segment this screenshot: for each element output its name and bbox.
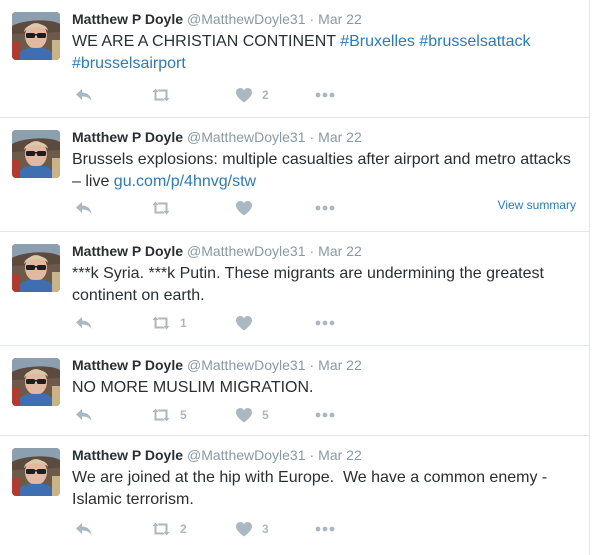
tweet-actions: 2 [72,85,372,105]
retweet-count: 1 [180,316,187,330]
reply-button[interactable] [74,85,94,105]
tweet-text: WE ARE A CHRISTIAN CONTINENT #Bruxelles … [72,31,577,75]
author-handle[interactable]: @MatthewDoyle31 [187,11,306,27]
avatar[interactable] [12,244,60,292]
retweet-count: 2 [180,522,187,536]
retweet-icon [150,519,172,539]
more-button[interactable] [314,405,336,425]
hashtag-link[interactable]: #brusselsattack [419,33,530,50]
more-icon [314,405,336,425]
heart-icon [234,405,254,425]
heart-icon [234,519,254,539]
heart-icon [234,198,254,218]
more-button[interactable] [314,85,336,105]
like-button[interactable] [234,198,262,218]
reply-button[interactable] [74,198,94,218]
tweet-text-body: WE ARE A CHRISTIAN CONTINENT [72,33,341,50]
retweet-icon [150,198,172,218]
retweet-button[interactable]: 5 [150,405,187,425]
retweet-icon [150,313,172,333]
more-icon [314,519,336,539]
author-handle[interactable]: @MatthewDoyle31 [187,243,306,259]
reply-button[interactable] [74,405,94,425]
tweet[interactable]: Matthew P Doyle @MatthewDoyle31 · Mar 22 WE… [0,0,590,118]
more-icon [314,313,336,333]
reply-icon [74,198,94,218]
avatar[interactable] [12,130,60,178]
author-name[interactable]: Matthew P Doyle [72,243,183,259]
separator: · [309,447,315,463]
tweet-header: Matthew P Doyle @MatthewDoyle31 · Mar 22 [72,243,362,259]
timestamp[interactable]: Mar 22 [318,11,362,27]
author-handle[interactable]: @MatthewDoyle31 [187,129,306,145]
tweet[interactable]: Matthew P Doyle @MatthewDoyle31 · Mar 22 Br… [0,118,590,232]
tweet[interactable]: Matthew P Doyle @MatthewDoyle31 · Mar 22 NO… [0,346,590,436]
tweet-text: ***k Syria. ***k Putin. These migrants a… [72,265,544,304]
author-handle[interactable]: @MatthewDoyle31 [187,447,306,463]
retweet-count: 5 [180,408,187,422]
reply-icon [74,405,94,425]
retweet-icon [150,85,172,105]
timestamp[interactable]: Mar 22 [318,243,362,259]
like-count: 3 [262,522,269,536]
article-link[interactable]: gu.com/p/4hnvg/stw [114,173,256,190]
hashtag-link[interactable]: #Bruxelles [340,33,415,50]
view-summary-link[interactable]: View summary [498,198,576,212]
more-button[interactable] [314,519,336,539]
tweet-header: Matthew P Doyle @MatthewDoyle31 · Mar 22 [72,357,362,373]
tweet-header: Matthew P Doyle @MatthewDoyle31 · Mar 22 [72,129,362,145]
avatar[interactable] [12,358,60,406]
tweet-timeline: Matthew P Doyle @MatthewDoyle31 · Mar 22 WE… [0,0,593,555]
separator: · [309,129,315,145]
more-icon [314,85,336,105]
retweet-button[interactable]: 2 [150,519,187,539]
more-button[interactable] [314,198,336,218]
tweet-actions: 2 3 [72,519,372,539]
like-button[interactable]: 3 [234,519,269,539]
tweet[interactable]: Matthew P Doyle @MatthewDoyle31 · Mar 22 **… [0,232,590,346]
author-name[interactable]: Matthew P Doyle [72,129,183,145]
retweet-icon [150,405,172,425]
tweet-text: Brussels explosions: multiple casualties… [72,149,577,193]
tweet-header: Matthew P Doyle @MatthewDoyle31 · Mar 22 [72,447,362,463]
hashtag-link[interactable]: #brusselsairport [72,55,186,72]
like-button[interactable] [234,313,262,333]
retweet-button[interactable] [150,85,180,105]
timestamp[interactable]: Mar 22 [318,447,362,463]
avatar[interactable] [12,448,60,496]
tweet-text: NO MORE MUSLIM MIGRATION. [72,379,314,396]
tweet-actions: 1 [72,313,372,333]
author-name[interactable]: Matthew P Doyle [72,11,183,27]
heart-icon [234,313,254,333]
author-handle[interactable]: @MatthewDoyle31 [187,357,306,373]
timestamp[interactable]: Mar 22 [318,357,362,373]
like-count: 5 [262,408,269,422]
reply-button[interactable] [74,313,94,333]
retweet-button[interactable]: 1 [150,313,187,333]
like-button[interactable]: 2 [234,85,269,105]
reply-button[interactable] [74,519,94,539]
tweet-text: We are joined at the hip with Europe. We… [72,469,552,508]
reply-icon [74,519,94,539]
like-button[interactable]: 5 [234,405,269,425]
author-name[interactable]: Matthew P Doyle [72,357,183,373]
more-icon [314,198,336,218]
reply-icon [74,85,94,105]
separator: · [309,11,315,27]
author-name[interactable]: Matthew P Doyle [72,447,183,463]
avatar[interactable] [12,12,60,60]
tweet-actions: 5 5 [72,405,372,425]
timestamp[interactable]: Mar 22 [318,129,362,145]
tweet[interactable]: Matthew P Doyle @MatthewDoyle31 · Mar 22 We… [0,436,590,555]
tweet-header: Matthew P Doyle @MatthewDoyle31 · Mar 22 [72,11,362,27]
separator: · [309,357,315,373]
tweet-actions [72,198,372,218]
more-button[interactable] [314,313,336,333]
reply-icon [74,313,94,333]
like-count: 2 [262,88,269,102]
heart-icon [234,85,254,105]
retweet-button[interactable] [150,198,180,218]
separator: · [309,243,315,259]
